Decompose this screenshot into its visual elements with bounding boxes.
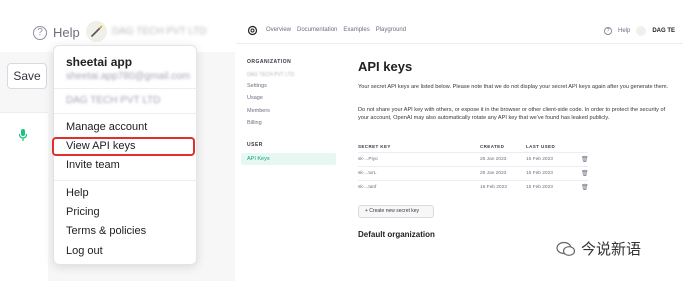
- help-icon: ?: [33, 25, 47, 40]
- top-navigation: Overview Documentation Examples Playgrou…: [236, 18, 683, 44]
- column-header-secret-key: SECRET KEY: [358, 144, 391, 149]
- column-header-created: CREATED: [480, 144, 505, 149]
- sidebar-heading-organization: ORGANIZATION: [247, 59, 292, 65]
- created-cell: 25 Jan 2023: [480, 157, 507, 162]
- nav-examples[interactable]: Examples: [343, 27, 369, 33]
- menu-user-name: sheetai app: [66, 55, 133, 69]
- sidebar-heading-user: USER: [247, 142, 263, 148]
- help-link[interactable]: ? Help: [33, 25, 80, 40]
- org-name: DAG TECH PVT LTD: [112, 26, 207, 37]
- account-panel: ? Help DAG TECH PVT LTD Save sheetai app…: [0, 0, 235, 281]
- secret-key-cell: sk-...txrL: [358, 171, 377, 176]
- sidebar-item-api-keys[interactable]: API Keys: [241, 153, 336, 165]
- menu-item-manage-account[interactable]: Manage account: [66, 121, 147, 133]
- column-header-last-used: LAST USED: [526, 144, 556, 149]
- nav-links: Overview Documentation Examples Playgrou…: [266, 27, 406, 33]
- top-right-controls: ? Help DAG TE: [603, 26, 675, 36]
- microphone-icon[interactable]: [18, 128, 28, 142]
- help-icon[interactable]: ?: [603, 27, 612, 35]
- table-row: sk-...txrL 25 Jan 2023 15 Feb 2023 🗑: [358, 166, 589, 180]
- secret-key-cell: sk-...tanf: [358, 185, 377, 190]
- avatar[interactable]: [86, 21, 107, 42]
- menu-divider: [54, 180, 198, 181]
- menu-item-log-out[interactable]: Log out: [66, 245, 103, 257]
- menu-item-pricing[interactable]: Pricing: [66, 206, 100, 218]
- sidebar-item-label: API Keys: [247, 156, 270, 162]
- highlight-box: [52, 137, 195, 156]
- page-title: API keys: [358, 59, 413, 74]
- menu-org-name: DAG TECH PVT LTD: [66, 95, 161, 106]
- help-label: Help: [53, 25, 80, 40]
- magic-wand-icon: [91, 25, 103, 37]
- created-cell: 16 Feb 2023: [480, 185, 507, 190]
- menu-user-email: sheetai.app780@gmail.com: [66, 71, 191, 82]
- last-used-cell: 15 Feb 2023: [526, 185, 553, 190]
- watermark-text: 今说新语: [581, 240, 642, 258]
- sidebar-item-billing[interactable]: Billing: [247, 120, 262, 126]
- trash-icon[interactable]: 🗑: [581, 170, 589, 177]
- table-row: sk-...Piyo 25 Jan 2023 15 Feb 2023 🗑: [358, 152, 589, 166]
- avatar[interactable]: [636, 26, 647, 36]
- save-button[interactable]: Save: [7, 63, 47, 89]
- default-organization-heading: Default organization: [358, 230, 435, 239]
- table-row: sk-...tanf 16 Feb 2023 15 Feb 2023 🗑: [358, 180, 589, 194]
- last-used-cell: 15 Feb 2023: [526, 157, 553, 162]
- create-secret-key-button[interactable]: + Create new secret key: [358, 205, 434, 218]
- sidebar-item-usage[interactable]: Usage: [247, 95, 263, 101]
- org-name[interactable]: DAG TE: [652, 28, 675, 34]
- wechat-icon: [556, 241, 576, 256]
- sidebar-item-settings[interactable]: Settings: [247, 83, 267, 89]
- help-label[interactable]: Help: [618, 28, 630, 34]
- nav-overview[interactable]: Overview: [266, 27, 291, 33]
- menu-item-invite-team[interactable]: Invite team: [66, 159, 120, 171]
- trash-icon[interactable]: 🗑: [581, 156, 589, 163]
- nav-documentation[interactable]: Documentation: [297, 27, 337, 33]
- created-cell: 25 Jan 2023: [480, 171, 507, 176]
- sidebar-org-name: DAG TECH PVT LTD: [247, 72, 295, 78]
- warning-paragraph: Do not share your API key with others, o…: [358, 107, 666, 121]
- description-paragraph: Your secret API keys are listed below. P…: [358, 84, 669, 90]
- menu-divider: [54, 113, 198, 114]
- settings-sidebar: ORGANIZATION DAG TECH PVT LTD Settings U…: [236, 45, 336, 281]
- openai-logo-icon[interactable]: [247, 25, 258, 36]
- last-used-cell: 15 Feb 2023: [526, 171, 553, 176]
- trash-icon[interactable]: 🗑: [581, 184, 589, 191]
- menu-item-terms[interactable]: Terms & policies: [66, 225, 146, 237]
- nav-playground[interactable]: Playground: [376, 27, 406, 33]
- sidebar-item-members[interactable]: Members: [247, 108, 270, 114]
- secret-key-cell: sk-...Piyo: [358, 157, 378, 162]
- watermark: 今说新语: [556, 238, 641, 259]
- menu-item-help[interactable]: Help: [66, 187, 89, 199]
- menu-divider: [54, 88, 198, 89]
